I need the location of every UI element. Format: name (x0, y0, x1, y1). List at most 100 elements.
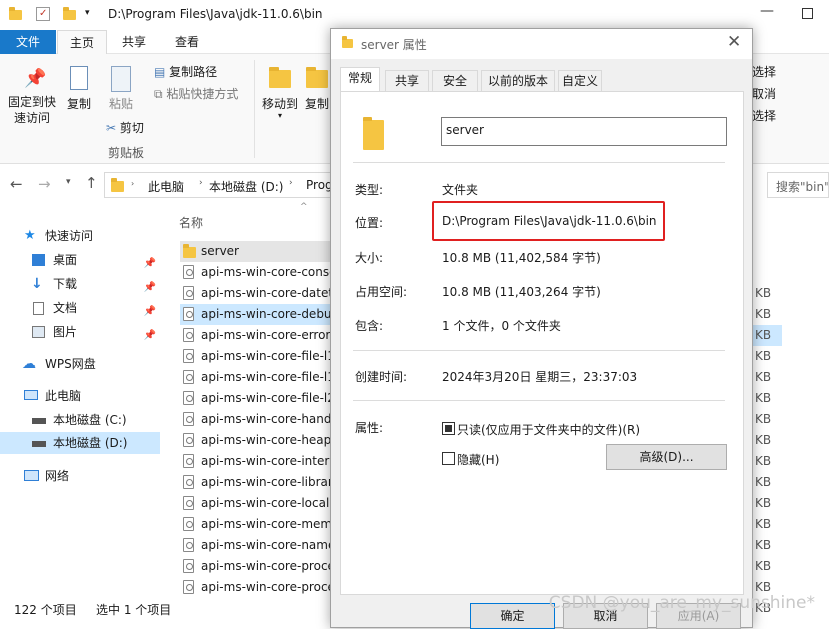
up-icon[interactable]: ↑ (85, 174, 98, 192)
file-row[interactable]: api-ms-win-core-librar (180, 472, 332, 493)
pin-button[interactable]: 📌 固定到快 速访问 (4, 68, 60, 126)
separator (353, 162, 725, 163)
file-row[interactable]: api-ms-win-core-proce (180, 577, 332, 598)
recent-dropdown-icon[interactable]: ▾ (66, 177, 71, 187)
location-value: D:\Program Files\Java\jdk-11.0.6\bin (442, 214, 657, 228)
crumb-this-pc[interactable]: 此电脑 (148, 178, 184, 195)
file-row[interactable]: api-ms-win-core-name (180, 535, 332, 556)
file-name: api-ms-win-core-locali (201, 496, 332, 510)
tab-customize[interactable]: 自定义 (558, 70, 602, 91)
close-icon[interactable]: ✕ (727, 32, 741, 52)
selection-count: 选中 1 个项目 (96, 603, 172, 617)
folder-name-value: server (446, 123, 484, 137)
back-icon[interactable]: ← (10, 175, 23, 193)
tab-share[interactable]: 共享 (109, 30, 159, 54)
nav-drive-c[interactable]: 本地磁盘 (C:) (0, 409, 160, 431)
properties-icon[interactable]: ✓ (36, 7, 50, 21)
file-size-unit: KB (755, 559, 772, 573)
file-size-unit: KB (755, 496, 772, 510)
copy-button[interactable]: 复制 (62, 66, 96, 112)
forward-icon[interactable]: → (38, 175, 51, 193)
readonly-checkbox[interactable] (442, 422, 455, 435)
tab-security[interactable]: 安全 (432, 70, 478, 91)
nav-downloads[interactable]: ↓ 下载 📌 (0, 273, 160, 295)
nav-documents[interactable]: 文档 📌 (0, 297, 160, 319)
file-row[interactable]: api-ms-win-core-file-l1 (180, 367, 332, 388)
file-row[interactable]: api-ms-win-core-file-l2 (180, 388, 332, 409)
move-to-button[interactable]: 移动到 ▾ (258, 66, 302, 120)
file-row[interactable]: api-ms-win-core-interl (180, 451, 332, 472)
file-row[interactable]: api-ms-win-core-error (180, 325, 332, 346)
file-row[interactable]: api-ms-win-core-conso (180, 262, 332, 283)
folder-name-input[interactable]: server (441, 117, 727, 146)
nav-quick-access[interactable]: ★ 快速访问 (0, 225, 160, 247)
window-title: D:\Program Files\Java\jdk-11.0.6\bin (108, 7, 323, 21)
tab-home[interactable]: 主页 (57, 30, 107, 54)
ok-button[interactable]: 确定 (470, 603, 555, 629)
file-row[interactable]: api-ms-win-core-hand (180, 409, 332, 430)
paste-shortcut-button[interactable]: ⧉ 粘贴快捷方式 (154, 85, 238, 103)
file-size-unit: KB (755, 412, 772, 426)
file-name: api-ms-win-core-file-l1 (201, 349, 332, 363)
file-size-unit: KB (752, 325, 782, 346)
file-row[interactable]: api-ms-win-core-proce (180, 556, 332, 577)
dialog-title-bar: server 属性 ✕ (331, 29, 752, 59)
file-row[interactable]: api-ms-win-core-datet (180, 283, 332, 304)
copy-to-button[interactable]: 复制 (302, 66, 332, 112)
file-row[interactable]: api-ms-win-core-file-l1 (180, 346, 332, 367)
file-size-unit: KB (755, 517, 772, 531)
clipboard-group-label: 剪贴板 (108, 146, 145, 160)
file-size-unit: KB (755, 370, 772, 384)
pinned-icon: 📌 (143, 306, 156, 317)
file-row[interactable]: api-ms-win-core-mem (180, 514, 332, 535)
new-folder-icon[interactable] (63, 7, 76, 20)
tab-previous-versions[interactable]: 以前的版本 (481, 70, 555, 91)
file-row[interactable]: api-ms-win-core-debu (180, 304, 332, 325)
column-header-name[interactable]: 名称 (179, 214, 203, 231)
maximize-icon[interactable] (802, 8, 813, 19)
nav-desktop[interactable]: 桌面 📌 (0, 249, 160, 271)
type-label: 类型: (355, 183, 384, 197)
paste-shortcut-icon: ⧉ (154, 87, 163, 101)
folder-row[interactable]: server (180, 241, 332, 262)
nav-wps-drive[interactable]: ☁ WPS网盘 (0, 353, 160, 375)
copy-icon (70, 66, 88, 90)
pinned-icon: 📌 (143, 330, 156, 341)
advanced-button[interactable]: 高级(D)... (606, 444, 727, 470)
desktop-icon (32, 254, 45, 266)
nav-network[interactable]: 网络 (0, 465, 160, 487)
select-none-button[interactable]: 取消 (752, 85, 776, 103)
created-label: 创建时间: (355, 370, 408, 384)
copy-path-button[interactable]: ▤ 复制路径 (154, 63, 217, 81)
file-row[interactable]: api-ms-win-core-heap (180, 430, 332, 451)
tab-file[interactable]: 文件 (0, 30, 56, 54)
picture-icon (32, 326, 45, 338)
nav-drive-d[interactable]: 本地磁盘 (D:) (0, 432, 160, 454)
file-name: api-ms-win-core-datet (201, 286, 332, 300)
address-folder-icon (111, 178, 124, 192)
tab-view[interactable]: 查看 (161, 30, 213, 54)
file-row[interactable]: api-ms-win-core-locali (180, 493, 332, 514)
crumb-drive-d[interactable]: 本地磁盘 (D:) (209, 178, 283, 195)
nav-pictures[interactable]: 图片 📌 (0, 321, 160, 343)
ribbon-divider (254, 60, 255, 158)
size-value: 10.8 MB (11,402,584 字节) (442, 251, 601, 265)
properties-dialog: server 属性 ✕ 常规 共享 安全 以前的版本 自定义 server 类型… (330, 28, 753, 629)
search-box[interactable]: 搜索"bin" (767, 172, 829, 198)
file-name: api-ms-win-core-conso (201, 265, 332, 279)
select-all-button[interactable]: 选择 (752, 63, 776, 81)
quick-access-dropdown-icon[interactable]: ▾ (85, 8, 90, 18)
file-size-unit: KB (755, 307, 772, 321)
paste-button[interactable]: 粘贴 (104, 66, 138, 112)
tab-sharing[interactable]: 共享 (385, 70, 429, 91)
minimize-icon[interactable]: — (760, 3, 774, 19)
hidden-checkbox[interactable] (442, 452, 455, 465)
crumb-program-files[interactable]: Prog (306, 178, 333, 192)
cut-button[interactable]: ✂ 剪切 (106, 119, 144, 137)
invert-selection-button[interactable]: 选择 (752, 107, 776, 125)
address-bar[interactable]: › 此电脑 › 本地磁盘 (D:) › Prog (104, 172, 334, 198)
file-name: api-ms-win-core-file-l2 (201, 391, 332, 405)
nav-this-pc[interactable]: 此电脑 (0, 385, 160, 407)
tab-general[interactable]: 常规 (340, 67, 380, 92)
drive-icon (32, 418, 46, 424)
